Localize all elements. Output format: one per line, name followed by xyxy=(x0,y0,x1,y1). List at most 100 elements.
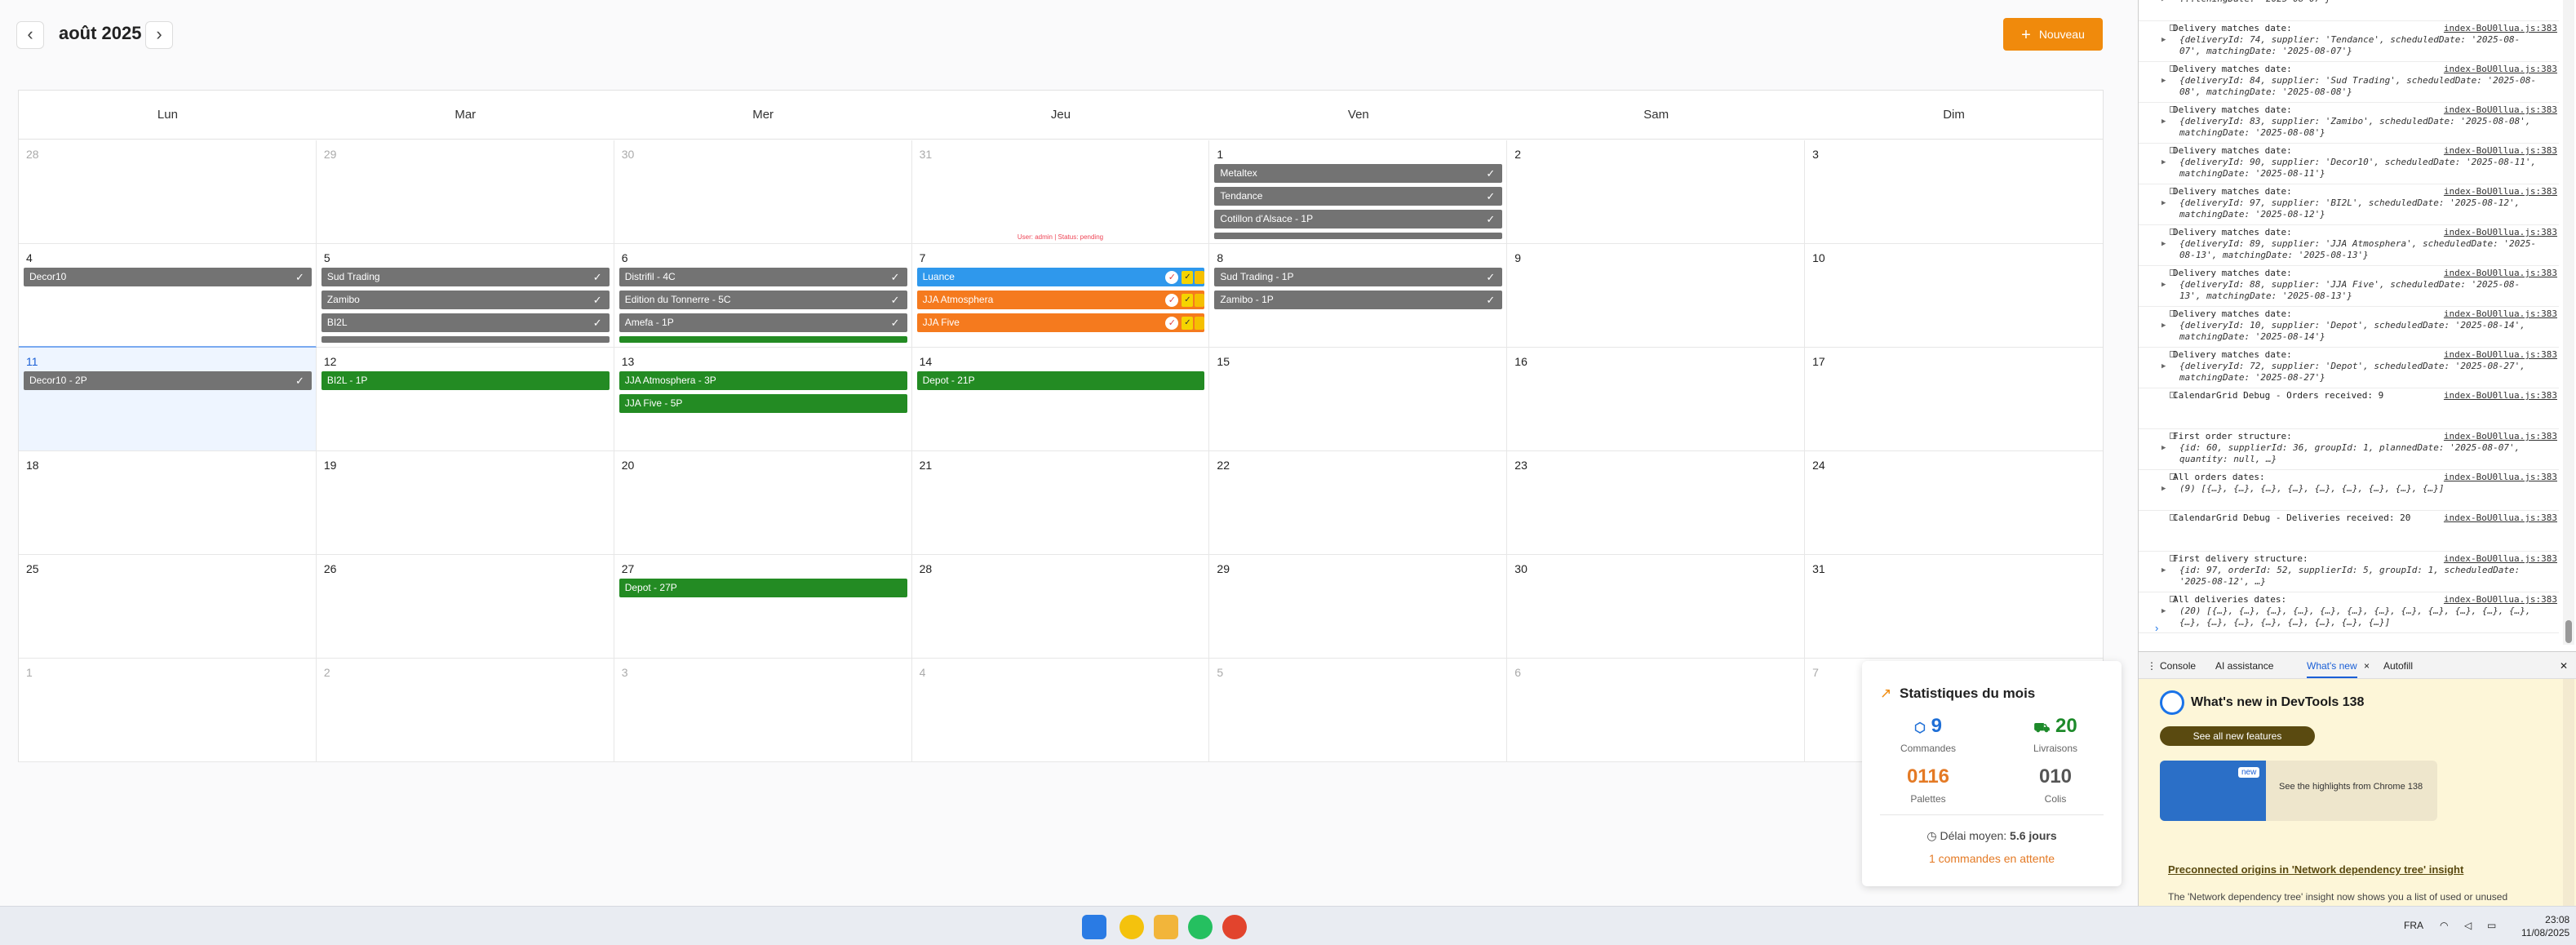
day-cell[interactable]: 29 xyxy=(1209,555,1508,659)
console-log-entry[interactable]: First order structure: index-BoU0llua.js:… xyxy=(2139,429,2559,470)
console-log-entry[interactable]: Delivery matches date: index-BoU0llua.js:… xyxy=(2139,348,2559,388)
console-log-entry[interactable]: All orders dates: index-BoU0llua.js:383 ▶ (… xyxy=(2139,470,2559,511)
day-cell[interactable]: 18 xyxy=(19,451,317,555)
expand-triangle-icon[interactable]: ▶ xyxy=(2161,118,2166,126)
app-icon[interactable] xyxy=(1222,915,1247,939)
console-log-entry[interactable]: Delivery matches date: index-BoU0llua.js:… xyxy=(2139,144,2559,184)
calendar-event[interactable]: JJA Five ✓ ✓ xyxy=(916,313,1205,332)
console-log-entry[interactable]: Delivery matches date: index-BoU0llua.js:… xyxy=(2139,62,2559,103)
calendar-event[interactable]: JJA Five - 5P xyxy=(619,394,907,413)
pending-orders-link[interactable]: 1 commandes en attente xyxy=(1862,852,2122,865)
day-cell[interactable]: 26 xyxy=(316,555,614,659)
log-object-preview[interactable]: ...tchingDate: '2025-08-07'} xyxy=(2179,0,2538,5)
log-object-preview[interactable]: (20) [{…}, {…}, {…}, {…}, {…}, {…}, {…},… xyxy=(2179,606,2538,628)
kebab-icon[interactable]: ⋮ xyxy=(2147,660,2157,672)
day-cell[interactable]: 4 Decor10 ✓ xyxy=(19,244,317,348)
log-source-link[interactable]: index-BoU0llua.js:383 xyxy=(2444,186,2557,197)
day-cell[interactable]: 23 xyxy=(1507,451,1806,555)
system-clock[interactable]: 23:08 11/08/2025 xyxy=(2521,913,2569,939)
console-prompt[interactable]: › xyxy=(2155,622,2158,634)
log-object-preview[interactable]: {id: 60, supplierId: 36, groupId: 1, pla… xyxy=(2179,442,2538,465)
calendar-event[interactable]: Amefa - 1P ✓ xyxy=(619,313,907,332)
log-source-link[interactable]: index-BoU0llua.js:383 xyxy=(2444,145,2557,156)
day-cell[interactable]: 6 Distrifil - 4C ✓ Edition du Tonnerre - 5C… xyxy=(614,244,912,348)
console-log-entry[interactable]: Delivery matches date: index-BoU0llua.js:… xyxy=(2139,184,2559,225)
console-log-entry[interactable]: Delivery matches date: index-BoU0llua.js:… xyxy=(2139,266,2559,307)
day-cell[interactable]: 1 xyxy=(19,659,317,762)
console-log-entry[interactable]: Delivery matches date: index-BoU0llua.js:… xyxy=(2139,225,2559,266)
console-log-entry[interactable]: First delivery structure: index-BoU0llua.… xyxy=(2139,552,2559,592)
day-cell[interactable]: 21 xyxy=(911,451,1210,555)
day-cell[interactable]: 30 xyxy=(1507,555,1806,659)
language-indicator[interactable]: FRA xyxy=(2404,920,2423,931)
day-cell[interactable]: 2 xyxy=(1507,140,1806,244)
preconnected-origins-link[interactable]: Preconnected origins in 'Network depende… xyxy=(2168,863,2463,876)
next-month-button[interactable]: › xyxy=(145,21,173,49)
day-cell[interactable]: 12 BI2L - 1P xyxy=(316,348,614,451)
log-source-link[interactable]: index-BoU0llua.js:383 xyxy=(2444,268,2557,278)
log-source-link[interactable]: index-BoU0llua.js:383 xyxy=(2444,308,2557,319)
day-cell[interactable]: 29 xyxy=(316,140,614,244)
expand-triangle-icon[interactable]: ▶ xyxy=(2161,158,2166,166)
day-cell[interactable]: 10 xyxy=(1805,244,2103,348)
tab-ai-assistance[interactable]: AI assistance xyxy=(2215,660,2273,672)
delivery-icon[interactable]: ✓ xyxy=(1182,271,1194,284)
console-log-entry[interactable]: CalendarGrid Debug - Deliveries received… xyxy=(2139,511,2559,552)
more-events-indicator[interactable] xyxy=(619,336,907,343)
whats-new-scrollbar[interactable] xyxy=(2563,679,2574,906)
day-cell[interactable]: 28 xyxy=(911,555,1210,659)
prev-month-button[interactable]: ‹ xyxy=(16,21,44,49)
day-cell[interactable]: 22 xyxy=(1209,451,1508,555)
calendar-event[interactable]: Cotillon d'Alsace - 1P ✓ xyxy=(1214,210,1503,228)
day-cell[interactable]: 8 Sud Trading - 1P ✓ Zamibo - 1P ✓ xyxy=(1209,244,1508,348)
console-log-entry[interactable]: Delivery matches date: index-BoU0llua.js:… xyxy=(2139,307,2559,348)
day-cell[interactable]: 1 Metaltex ✓ Tendance ✓ Cotillon d'Alsace - 1… xyxy=(1209,140,1508,244)
calendar-event[interactable]: Depot - 27P xyxy=(619,579,907,597)
expand-triangle-icon[interactable]: ▶ xyxy=(2161,0,2166,3)
log-object-preview[interactable]: {deliveryId: 83, supplier: 'Zamibo', sch… xyxy=(2179,116,2538,139)
chrome-icon[interactable] xyxy=(1120,915,1144,939)
log-source-link[interactable]: index-BoU0llua.js:383 xyxy=(2444,553,2557,564)
volume-icon[interactable]: ◁ xyxy=(2464,920,2472,931)
log-source-link[interactable]: index-BoU0llua.js:383 xyxy=(2444,104,2557,115)
calendar-event[interactable]: Decor10 - 2P ✓ xyxy=(24,371,312,390)
tab-whats-new[interactable]: What's new xyxy=(2307,660,2357,678)
delivery-icon[interactable]: ✓ xyxy=(1182,294,1194,307)
day-cell[interactable]: 2 xyxy=(316,659,614,762)
more-events-indicator[interactable] xyxy=(321,336,610,343)
log-source-link[interactable]: index-BoU0llua.js:383 xyxy=(2444,512,2557,523)
day-cell[interactable]: 24 xyxy=(1805,451,2103,555)
expand-triangle-icon[interactable]: ▶ xyxy=(2161,485,2166,493)
day-cell[interactable]: 15 xyxy=(1209,348,1508,451)
expand-triangle-icon[interactable]: ▶ xyxy=(2161,362,2166,370)
expand-triangle-icon[interactable]: ▶ xyxy=(2161,607,2166,615)
highlights-card[interactable]: new See the highlights from Chrome 138 xyxy=(2160,761,2437,821)
pallet-icon[interactable] xyxy=(1195,294,1205,307)
calendar-event[interactable]: Metaltex ✓ xyxy=(1214,164,1503,183)
day-cell[interactable]: 14 Depot - 21P xyxy=(911,348,1210,451)
start-icon[interactable] xyxy=(1082,915,1106,939)
day-cell[interactable]: 5 Sud Trading ✓ Zamibo ✓ BI2L ✓ xyxy=(316,244,614,348)
console-log-entry[interactable]: Auth Environment Debug: index-BoU0llua.js… xyxy=(2139,633,2559,637)
day-cell[interactable]: 30 xyxy=(614,140,912,244)
calendar-event[interactable]: Sud Trading ✓ xyxy=(321,268,610,286)
calendar-event[interactable]: Decor10 ✓ xyxy=(24,268,312,286)
day-cell[interactable]: 3 xyxy=(1805,140,2103,244)
day-cell[interactable]: 17 xyxy=(1805,348,2103,451)
day-cell[interactable]: 25 xyxy=(19,555,317,659)
calendar-event[interactable]: JJA Atmosphera - 3P xyxy=(619,371,907,390)
day-cell[interactable]: 20 xyxy=(614,451,912,555)
log-source-link[interactable]: index-BoU0llua.js:383 xyxy=(2444,390,2557,401)
console-log-entry[interactable]: Delivery matches date: index-BoU0llua.js:… xyxy=(2139,21,2559,62)
validate-icon[interactable]: ✓ xyxy=(1165,294,1179,307)
whatsapp-icon[interactable] xyxy=(1188,915,1213,939)
validate-icon[interactable]: ✓ xyxy=(1165,317,1179,330)
log-source-link[interactable]: index-BoU0llua.js:383 xyxy=(2444,64,2557,74)
console-log-entry[interactable]: CalendarGrid Debug - Orders received: 9 i… xyxy=(2139,388,2559,429)
pallet-icon[interactable] xyxy=(1195,317,1205,330)
expand-triangle-icon[interactable]: ▶ xyxy=(2161,77,2166,85)
day-cell[interactable]: 3 xyxy=(614,659,912,762)
calendar-event[interactable]: Luance ✓ ✓ xyxy=(916,268,1205,286)
calendar-event[interactable]: BI2L - 1P xyxy=(321,371,610,390)
log-source-link[interactable]: index-BoU0llua.js:343 xyxy=(2444,635,2557,637)
